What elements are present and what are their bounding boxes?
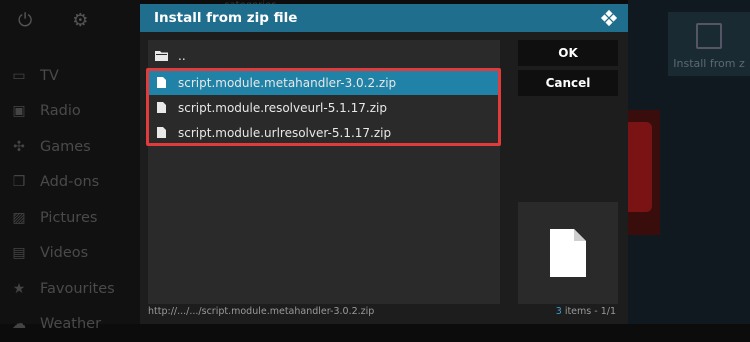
- dialog-header: Install from zip file: [140, 4, 628, 32]
- nav-item-pictures: ▨Pictures: [8, 200, 115, 236]
- tv-icon: ▭: [8, 68, 30, 84]
- file-preview-icon: [550, 229, 586, 277]
- install-box-icon: [696, 23, 722, 49]
- nav-item-games: ✣Games: [8, 129, 115, 165]
- file-preview: [518, 202, 618, 304]
- gamepad-icon: ✣: [8, 139, 30, 155]
- ok-button[interactable]: OK: [518, 40, 618, 66]
- nav-item-tv: ▭TV: [8, 58, 115, 94]
- nav-item-addons: ❒Add-ons: [8, 165, 115, 201]
- dialog-title: Install from zip file: [154, 10, 297, 26]
- highlight-annotation-box: [146, 68, 501, 146]
- addons-box-icon: ❒: [8, 174, 30, 190]
- item-count: 3 items - 1/1: [556, 306, 616, 317]
- nav-item-videos: ▤Videos: [8, 236, 115, 272]
- parent-folder-label: ..: [178, 49, 186, 63]
- parent-folder-item[interactable]: ..: [148, 43, 500, 68]
- kodi-logo-icon: [600, 9, 618, 27]
- weather-icon: ☁: [8, 316, 30, 332]
- folder-icon: [154, 49, 168, 63]
- gear-icon: ⚙: [72, 10, 88, 31]
- star-icon: ★: [8, 281, 30, 297]
- pictures-icon: ▨: [8, 210, 30, 226]
- nav-item-weather: ☁Weather: [8, 307, 115, 342]
- background-nav: ▭TV ▣Radio ✣Games ❒Add-ons ▨Pictures ▤Vi…: [8, 58, 115, 342]
- dialog-buttons: OK Cancel: [518, 40, 618, 100]
- power-icon: ⏻: [18, 10, 32, 31]
- nav-item-favourites: ★Favourites: [8, 271, 115, 307]
- install-zip-dialog: Install from zip file .. script.module.m…: [140, 4, 628, 324]
- videos-icon: ▤: [8, 245, 30, 261]
- nav-item-radio: ▣Radio: [8, 94, 115, 130]
- current-path: http://.../.../script.module.metahandler…: [148, 306, 374, 317]
- radio-icon: ▣: [8, 103, 30, 119]
- cancel-button[interactable]: Cancel: [518, 70, 618, 96]
- background-top-icons: ⏻ ⚙: [18, 10, 88, 31]
- background-install-tile: Install from z: [668, 12, 750, 76]
